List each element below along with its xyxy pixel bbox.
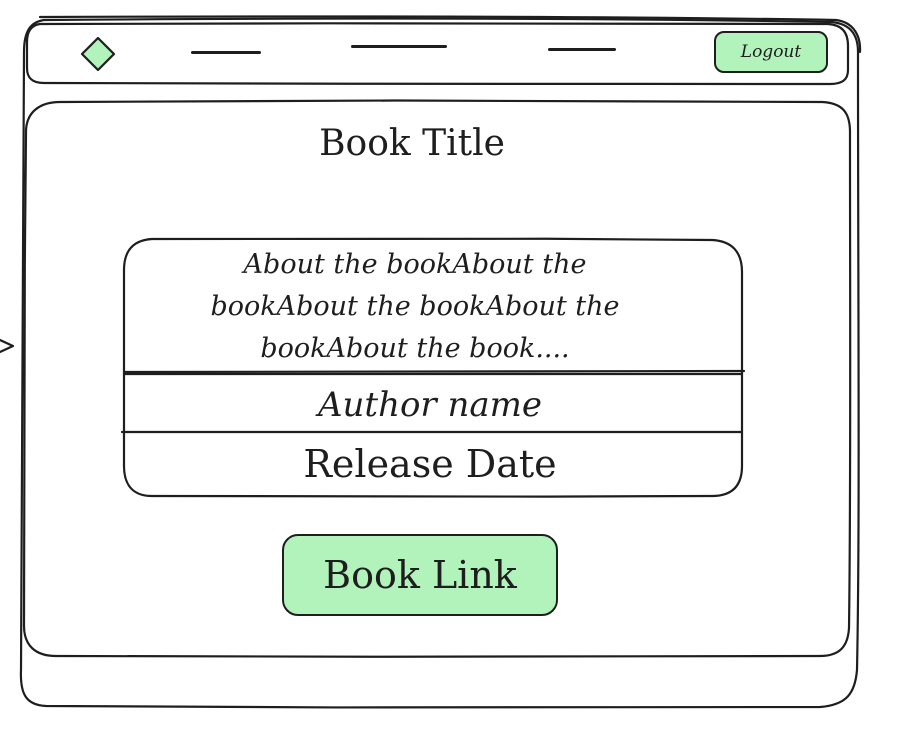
wireframe-sketch (0, 15, 862, 709)
release-date: Release Date (303, 442, 557, 486)
nav-placeholder-2[interactable] (351, 45, 447, 48)
book-link-button[interactable]: Book Link (282, 534, 558, 616)
nav-placeholder-1[interactable] (191, 51, 261, 54)
book-description: About the bookAbout the bookAbout the bo… (210, 249, 620, 364)
author-name: Author name (317, 385, 543, 425)
nav-placeholder-3[interactable] (548, 48, 616, 51)
logout-button[interactable]: Logout (714, 31, 828, 73)
page-title: Book Title (319, 123, 505, 164)
diamond-logo-icon (80, 36, 116, 72)
